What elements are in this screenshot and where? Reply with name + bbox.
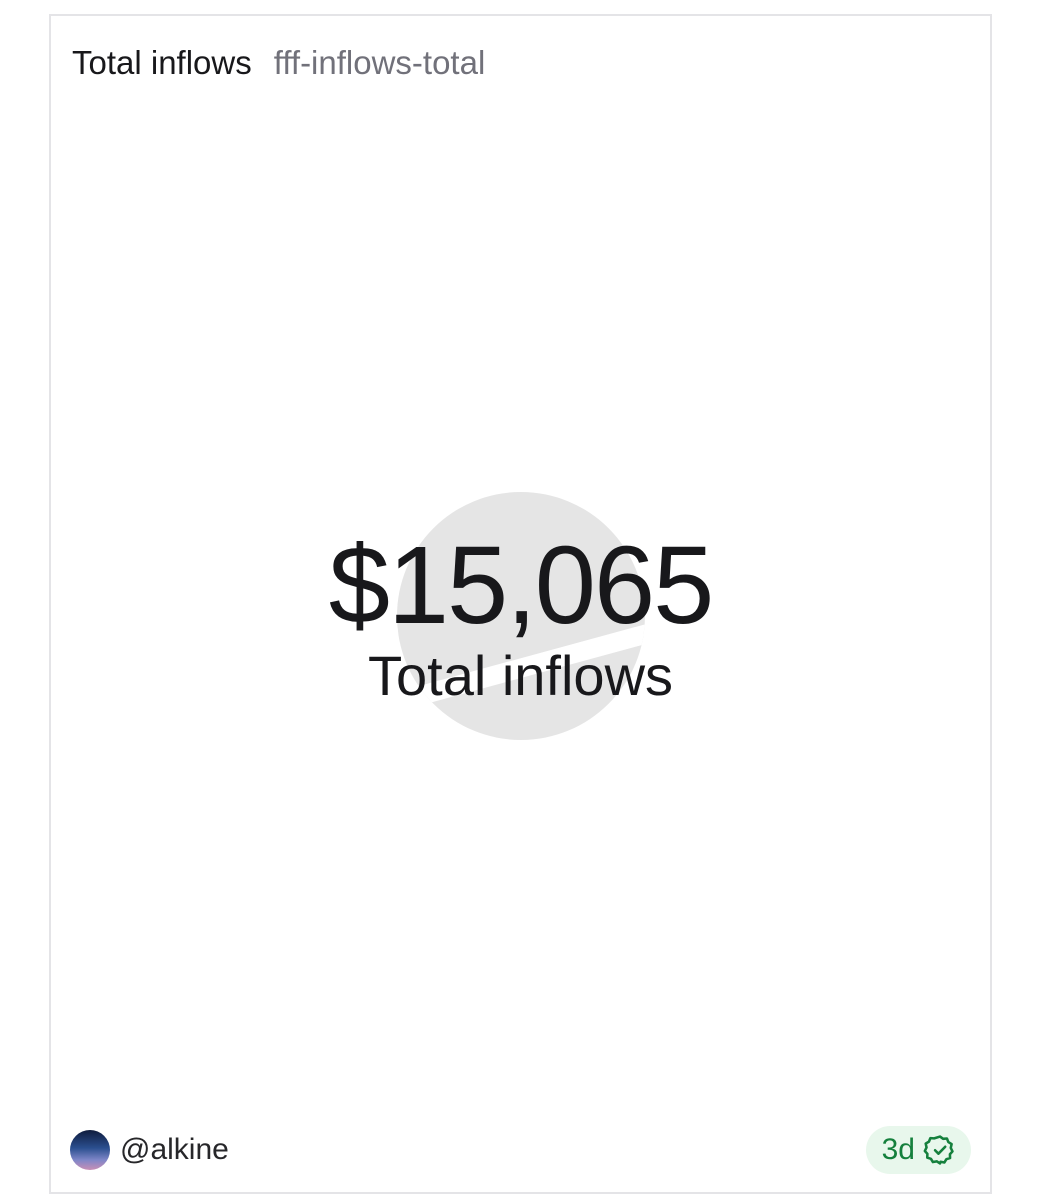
verified-badge-icon <box>923 1133 957 1167</box>
author-handle: @alkine <box>120 1133 229 1166</box>
age-badge: 3d <box>865 1126 971 1174</box>
card-header: Total inflows fff-inflows-total <box>72 44 485 82</box>
card-title[interactable]: Total inflows <box>72 44 252 82</box>
author-link[interactable]: @alkine <box>70 1130 229 1170</box>
card-slug: fff-inflows-total <box>273 44 486 81</box>
avatar <box>70 1130 110 1170</box>
metric-label: Total inflows <box>367 644 674 707</box>
metric-value: $15,065 <box>328 524 715 647</box>
age-text: 3d <box>881 1133 915 1166</box>
metric-display: $15,065 Total inflows <box>51 486 990 776</box>
metric-card: Total inflows fff-inflows-total $15,065 … <box>49 14 992 1194</box>
card-footer: @alkine 3d <box>70 1126 971 1174</box>
